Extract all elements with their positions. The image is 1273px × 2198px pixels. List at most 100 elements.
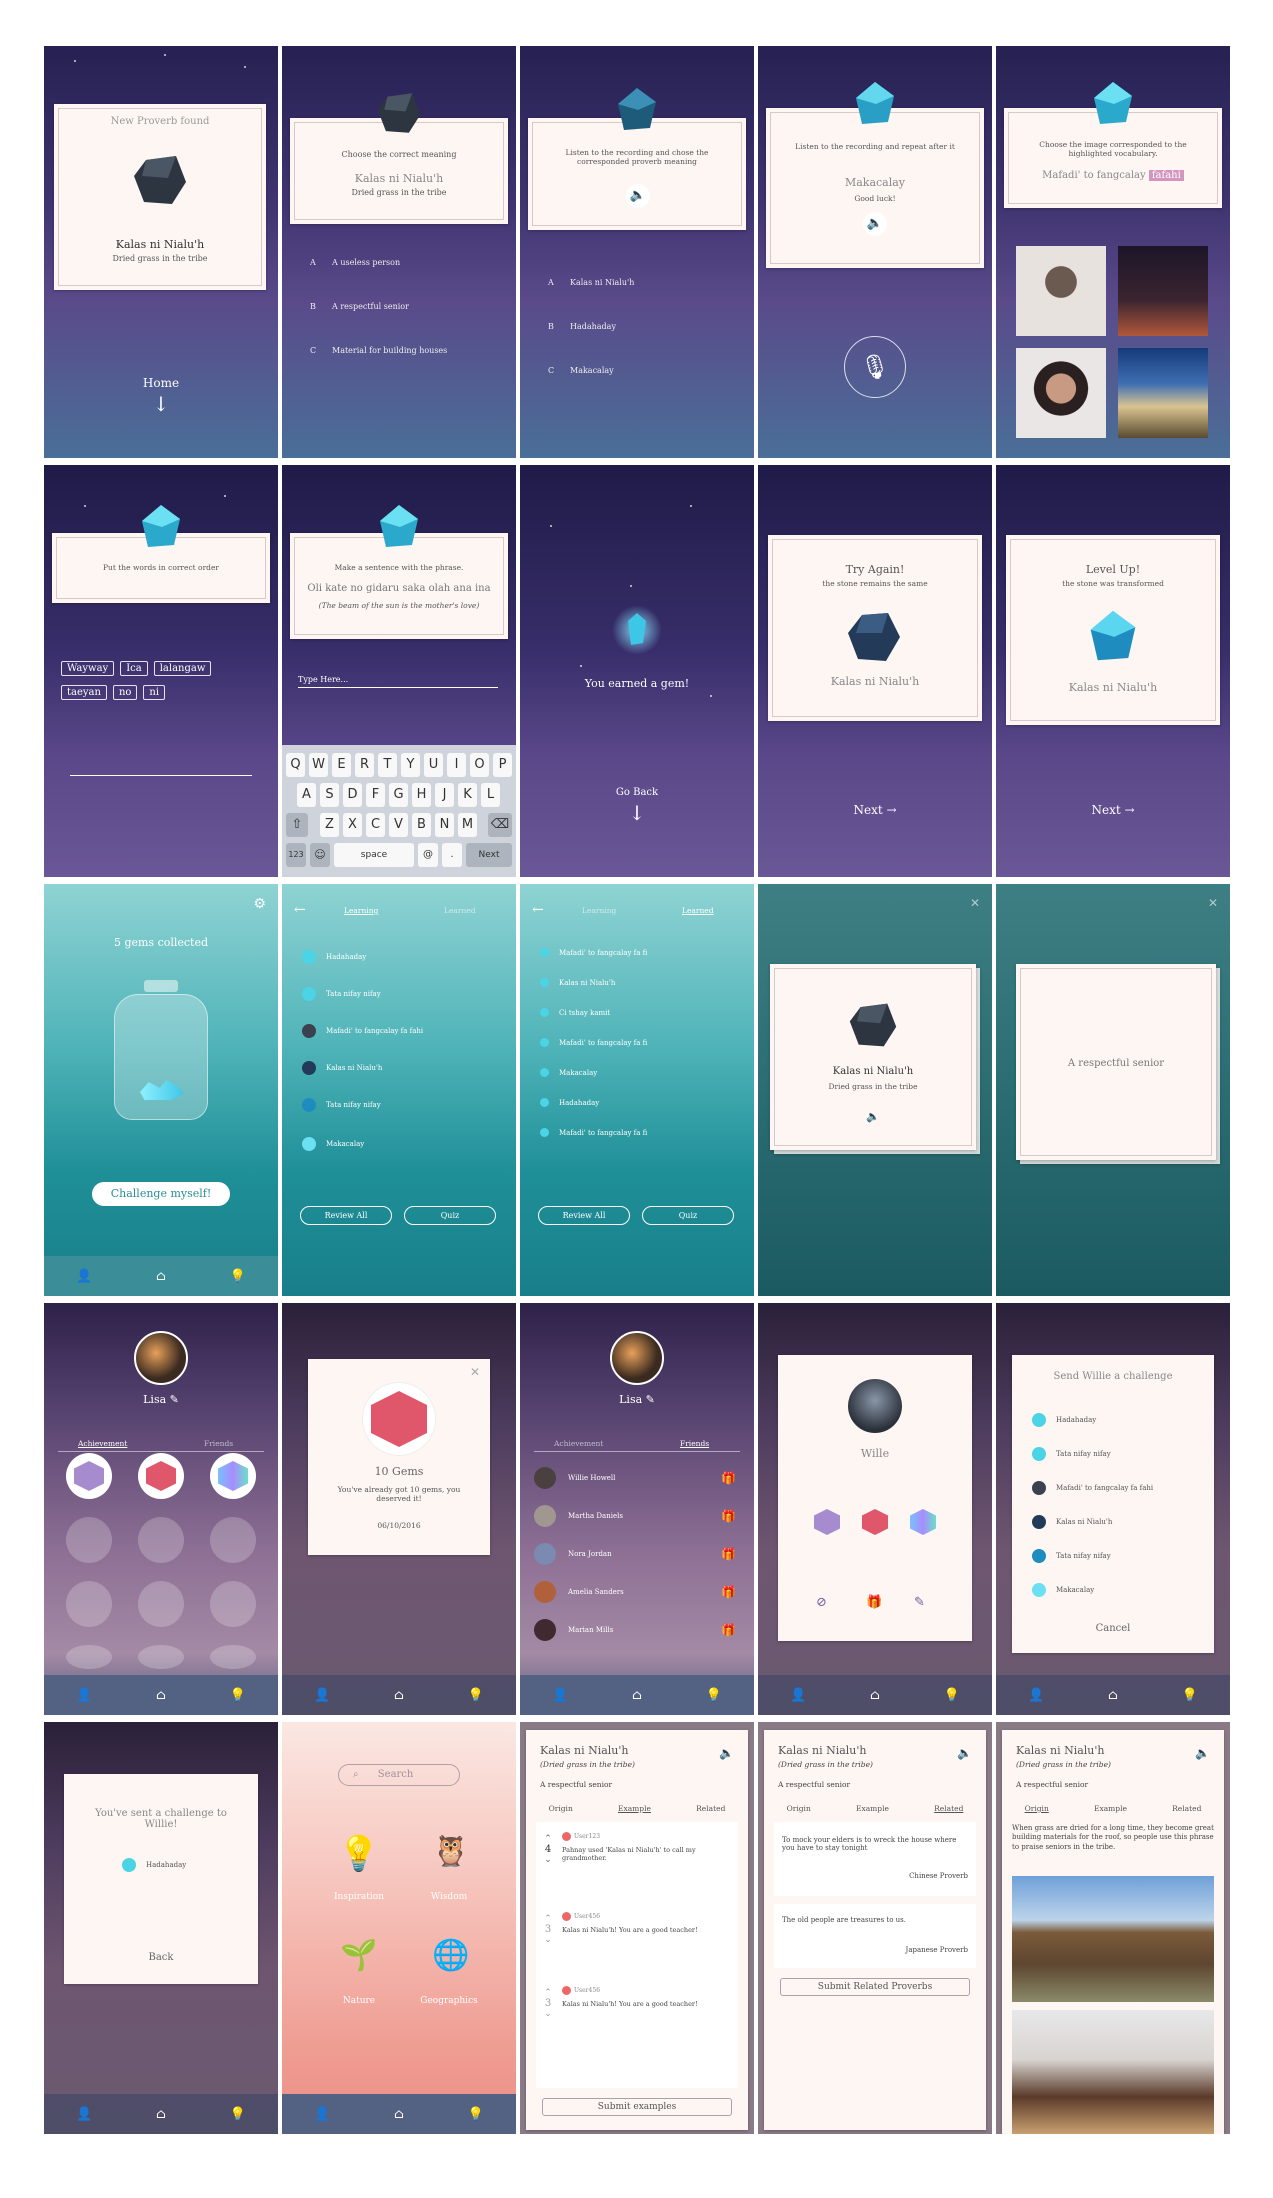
lightbulb-icon[interactable]: 💡 [230,2107,246,2122]
friend-row[interactable]: Willie Howell 🎁 [534,1467,740,1489]
list-item[interactable]: Makacalay [302,1137,364,1151]
globe-icon[interactable]: 🌐 [426,1938,476,1988]
friend-row[interactable]: Amelia Sanders 🎁 [534,1581,740,1603]
search-input[interactable]: ⌕ Search [338,1764,460,1786]
lightbulb-icon[interactable]: 💡 [468,1688,484,1703]
edit-icon[interactable]: ✎ [646,1393,655,1406]
profile-icon[interactable]: 👤 [76,1688,92,1703]
option-a[interactable]: A Kalas ni Nialu'h [548,278,634,287]
profile-icon[interactable]: 👤 [314,1688,330,1703]
block-icon[interactable]: ⊘ [816,1595,827,1610]
word-chip[interactable]: Wayway [61,661,115,676]
key-m[interactable]: M [458,813,477,837]
key-next[interactable]: Next [466,843,512,867]
challenge-item[interactable]: Mafadi' to fangcalay fa fahi [1032,1481,1153,1495]
tab-friends[interactable]: Friends [204,1439,233,1448]
key-c[interactable]: C [366,813,385,837]
option-b[interactable]: BA respectful senior [310,302,409,311]
emoji-key-icon[interactable]: ☺ [310,843,330,867]
vote-control[interactable]: ⌃ 3 ⌄ [542,1914,554,1945]
home-label[interactable]: Home [44,376,278,390]
key-p[interactable]: P [493,753,512,777]
key-a[interactable]: A [297,783,316,807]
option-c[interactable]: C Material for building houses [310,346,447,355]
submit-examples-button[interactable]: Submit examples [542,2098,732,2116]
key-e[interactable]: E [332,753,351,777]
tab-achievement[interactable]: Achievement [554,1439,603,1448]
review-all-button[interactable]: Review All [538,1206,630,1225]
badge-ruby[interactable] [138,1453,184,1499]
avatar[interactable] [134,1331,188,1385]
friend-row[interactable]: Martha Daniels 🎁 [534,1505,740,1527]
word-chip[interactable]: Ica [120,661,148,676]
plant-icon[interactable]: 🌱 [334,1938,384,1988]
answer-line[interactable] [70,775,252,776]
list-item[interactable]: Hadahaday [302,950,366,964]
tab-origin[interactable]: Origin [549,1804,573,1813]
speaker-icon[interactable]: 🔈 [863,212,887,236]
key-x[interactable]: X [343,813,362,837]
home-icon[interactable]: ⌂ [156,1269,166,1284]
shift-key-icon[interactable]: ⇧ [286,813,308,837]
back-button[interactable]: Back [64,1952,258,1963]
gift-icon[interactable]: 🎁 [721,1585,736,1599]
key-r[interactable]: R [355,753,374,777]
badge-amethyst[interactable] [66,1453,112,1499]
list-item[interactable]: Mafadi' to fangcalay fa fi [540,1038,647,1047]
tab-friends[interactable]: Friends [680,1439,709,1448]
quiz-button[interactable]: Quiz [404,1206,496,1225]
image-option-man[interactable] [1016,246,1106,336]
backspace-key-icon[interactable]: ⌫ [488,813,512,837]
challenge-item[interactable]: Hadahaday [1032,1413,1096,1427]
profile-icon[interactable]: 👤 [552,1688,568,1703]
gift-icon[interactable]: 🎁 [721,1623,736,1637]
word-chip[interactable]: no [112,685,138,700]
tab-related[interactable]: Related [934,1804,963,1813]
badge-sapphire[interactable] [210,1453,256,1499]
lightbulb-icon[interactable]: 💡 [230,1688,246,1703]
key-o[interactable]: O [470,753,489,777]
profile-icon[interactable]: 👤 [790,1688,806,1703]
challenge-myself-button[interactable]: Challenge myself! [92,1182,230,1206]
lightbulb-icon[interactable]: 💡 [706,1688,722,1703]
list-item[interactable]: Ci tshay kamit [540,1008,610,1017]
list-item[interactable]: Kalas ni Nialu'h [302,1061,382,1075]
key-b[interactable]: B [412,813,431,837]
key-k[interactable]: K [458,783,477,807]
profile-icon[interactable]: 👤 [76,2107,92,2122]
category-inspiration[interactable]: Inspiration [312,1892,406,1902]
list-item[interactable]: Kalas ni Nialu'h [540,978,615,987]
key-dot[interactable]: . [442,843,462,867]
tab-origin[interactable]: Origin [787,1804,811,1813]
option-a[interactable]: AA useless person [310,258,400,267]
word-chip[interactable]: lalangaw [153,661,212,676]
key-u[interactable]: U [424,753,443,777]
category-nature[interactable]: Nature [312,1996,406,2006]
challenge-item[interactable]: Tata nifay nifay [1032,1549,1111,1563]
list-item[interactable]: Tata nifay nifay [302,987,381,1001]
key-q[interactable]: Q [286,753,305,777]
challenge-item[interactable]: Tata nifay nifay [1032,1447,1111,1461]
gift-icon[interactable]: 🎁 [866,1595,882,1610]
review-all-button[interactable]: Review All [300,1206,392,1225]
speaker-icon[interactable]: 🔈 [719,1746,734,1760]
option-b[interactable]: B Hadahaday [548,322,616,331]
arrow-down-icon[interactable]: ↓ [44,392,278,416]
speaker-icon[interactable]: 🔈 [1195,1746,1210,1760]
back-arrow-icon[interactable]: ← [532,902,544,918]
key-d[interactable]: D [343,783,362,807]
home-icon[interactable]: ⌂ [632,1688,642,1703]
tab-learned[interactable]: Learned [682,906,714,915]
challenge-item[interactable]: Kalas ni Nialu'h [1032,1515,1112,1529]
tab-origin[interactable]: Origin [1025,1804,1049,1813]
key-f[interactable]: F [366,783,385,807]
gift-icon[interactable]: 🎁 [721,1471,736,1485]
key-space[interactable]: space [334,843,414,867]
speaker-icon[interactable]: 🔈 [957,1746,972,1760]
word-chip[interactable]: ni [143,685,166,700]
flashcard[interactable]: Kalas ni Nialu'h Dried grass in the trib… [770,964,976,1150]
key-w[interactable]: W [309,753,328,777]
list-item[interactable]: Hadahaday [540,1098,599,1107]
home-icon[interactable]: ⌂ [394,2107,404,2122]
next-button[interactable]: Next → [996,803,1230,817]
